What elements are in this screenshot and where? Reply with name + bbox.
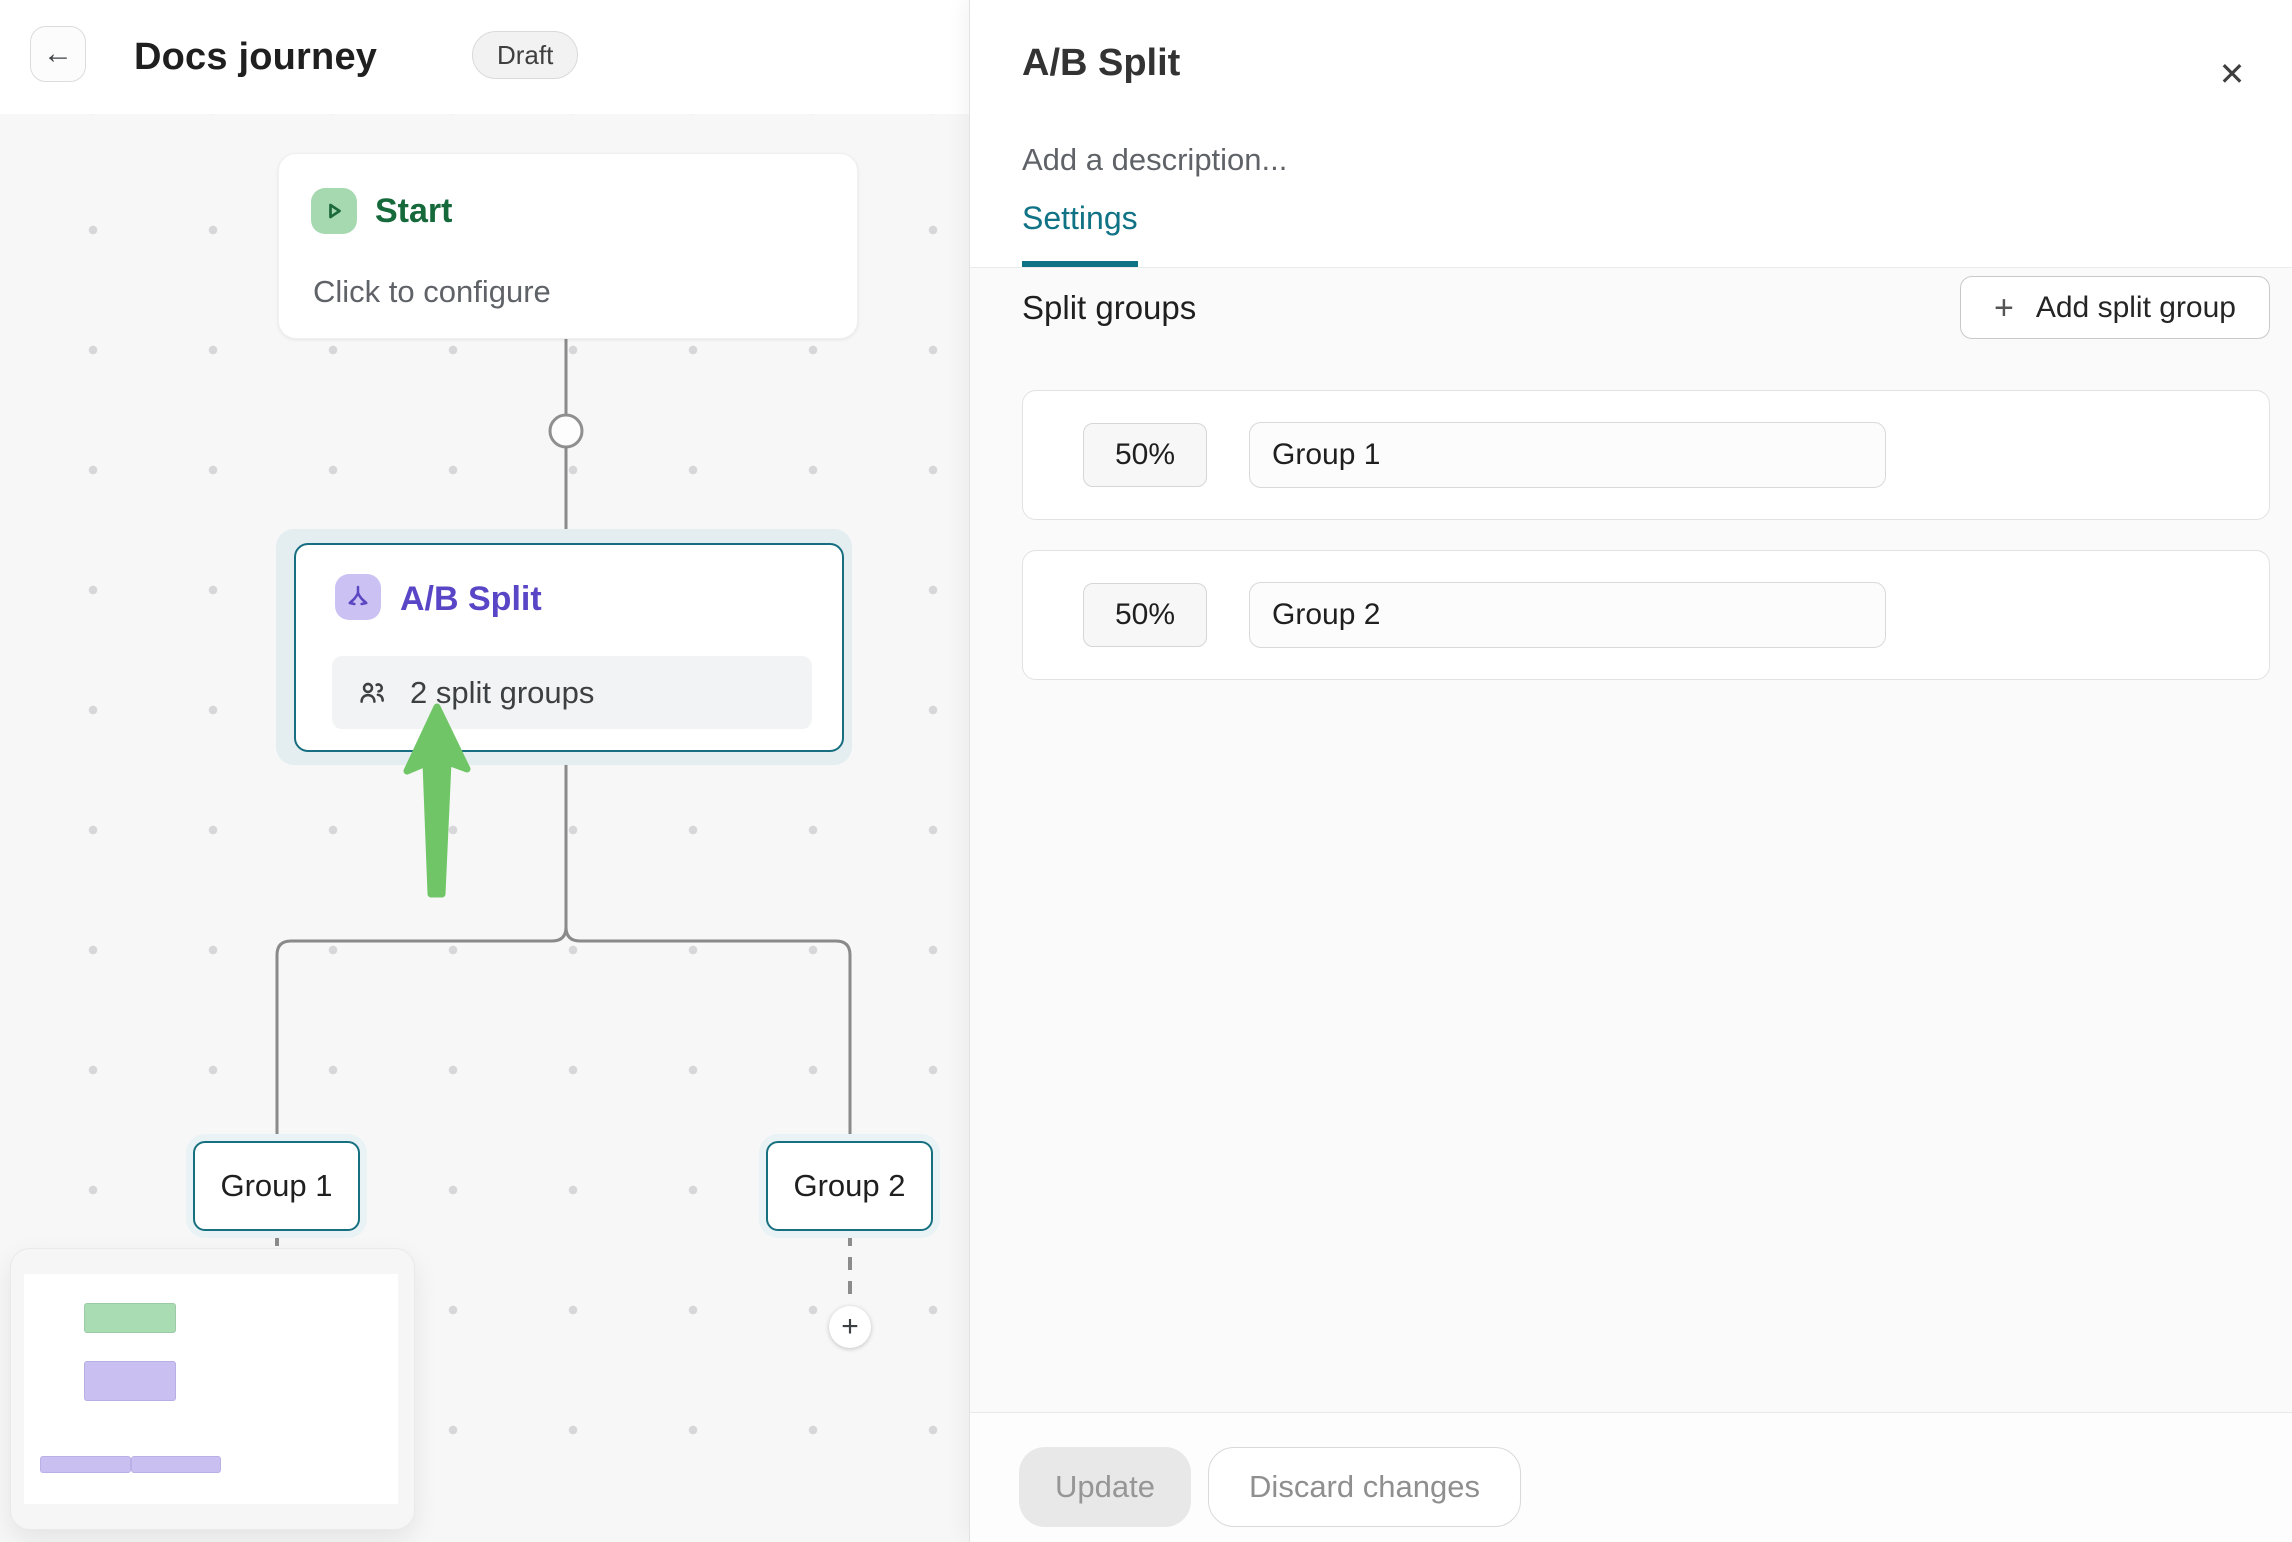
group-2-label: Group 2 bbox=[793, 1168, 905, 1204]
preview-group-bar-2 bbox=[131, 1456, 221, 1473]
preview-split-block bbox=[84, 1361, 176, 1401]
split-groups-count: 2 split groups bbox=[410, 675, 594, 711]
split-percent-2[interactable]: 50% bbox=[1083, 583, 1207, 647]
start-node-subtitle: Click to configure bbox=[313, 274, 551, 310]
start-node[interactable]: Start Click to configure bbox=[278, 153, 858, 339]
plus-icon: + bbox=[841, 1310, 859, 1344]
users-icon bbox=[356, 677, 388, 709]
canvas-header: ← Docs journey Draft bbox=[0, 0, 969, 114]
group-1-label: Group 1 bbox=[220, 1168, 332, 1204]
split-groups-chip: 2 split groups bbox=[332, 656, 812, 729]
journey-builder-app: ← Docs journey Draft Start Click to conf… bbox=[0, 0, 2292, 1542]
edge-midpoint-handle bbox=[550, 415, 582, 447]
journey-title: Docs journey bbox=[134, 0, 377, 114]
group-2-node[interactable]: Group 2 bbox=[766, 1141, 933, 1231]
status-badge: Draft bbox=[472, 31, 578, 79]
panel-title: A/B Split bbox=[1022, 42, 1180, 85]
close-icon: ✕ bbox=[2219, 55, 2246, 93]
preview-group-bar-1 bbox=[40, 1456, 131, 1473]
group-name-input-1[interactable] bbox=[1249, 422, 1886, 488]
ab-split-node-title: A/B Split bbox=[400, 580, 542, 619]
split-groups-section-header: Split groups + Add split group bbox=[1022, 276, 2270, 340]
panel-body: Split groups + Add split group 50% 50% bbox=[970, 268, 2292, 1412]
tab-settings[interactable]: Settings bbox=[1022, 200, 1138, 267]
split-branch-icon bbox=[335, 574, 381, 620]
preview-start-block bbox=[84, 1303, 176, 1333]
group-name-input-2[interactable] bbox=[1249, 582, 1886, 648]
description-placeholder[interactable]: Add a description... bbox=[1022, 142, 1287, 178]
preview-inner bbox=[24, 1274, 398, 1504]
journey-preview-card bbox=[10, 1248, 415, 1530]
split-group-row-1: 50% bbox=[1022, 390, 2270, 520]
plus-icon: + bbox=[1994, 291, 2014, 325]
discard-changes-button[interactable]: Discard changes bbox=[1208, 1447, 1521, 1527]
close-panel-button[interactable]: ✕ bbox=[2210, 52, 2254, 96]
update-button[interactable]: Update bbox=[1019, 1447, 1191, 1527]
add-split-group-label: Add split group bbox=[2036, 291, 2236, 325]
section-heading: Split groups bbox=[1022, 276, 1196, 340]
back-button[interactable]: ← bbox=[30, 26, 86, 82]
add-split-group-button[interactable]: + Add split group bbox=[1960, 276, 2270, 339]
panel-footer: Update Discard changes bbox=[970, 1412, 2292, 1542]
start-node-title: Start bbox=[375, 192, 452, 231]
split-group-row-2: 50% bbox=[1022, 550, 2270, 680]
add-step-button[interactable]: + bbox=[829, 1306, 871, 1348]
ab-split-node[interactable]: A/B Split 2 split groups bbox=[294, 543, 844, 752]
node-settings-panel: A/B Split Add a description... ✕ Setting… bbox=[969, 0, 2292, 1542]
split-percent-1[interactable]: 50% bbox=[1083, 423, 1207, 487]
play-icon bbox=[311, 188, 357, 234]
flow-canvas[interactable]: ← Docs journey Draft Start Click to conf… bbox=[0, 0, 969, 1542]
group-1-node[interactable]: Group 1 bbox=[193, 1141, 360, 1231]
back-arrow-icon: ← bbox=[43, 37, 73, 71]
panel-header: A/B Split Add a description... ✕ Setting… bbox=[970, 0, 2292, 268]
